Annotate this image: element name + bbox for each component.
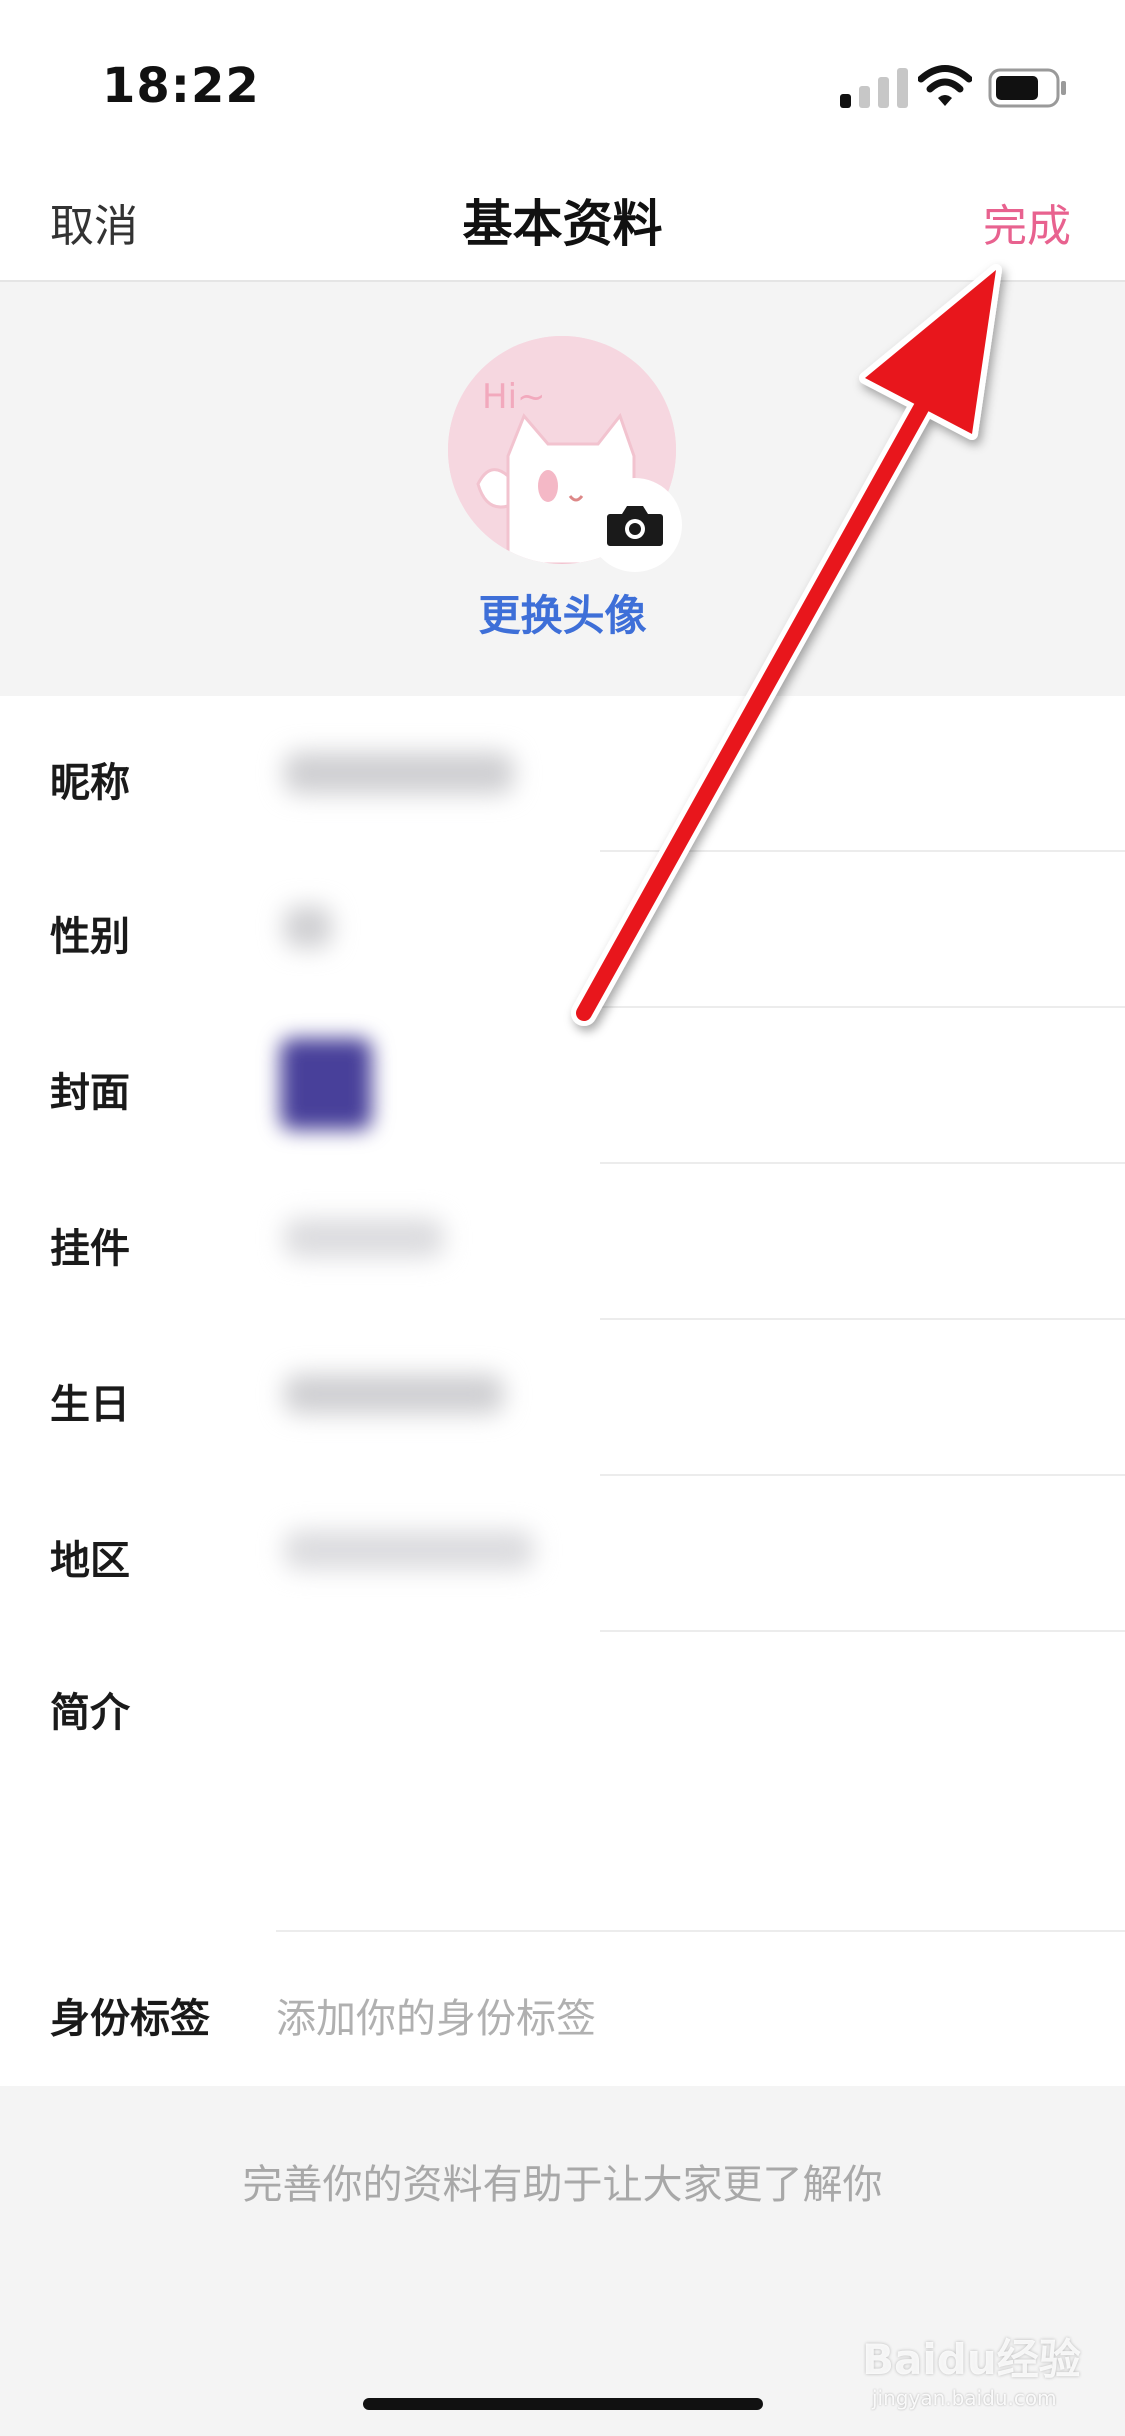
identity-tag-label: 身份标签 [50, 1996, 210, 2042]
gender-value-blurred[interactable] [284, 906, 332, 948]
wifi-icon [918, 65, 972, 106]
footer-hint: 完善你的资料有助于让大家更了解你 [242, 2162, 883, 2208]
camera-badge[interactable] [588, 478, 682, 572]
avatar-section: Hi~ 更换头像 [0, 282, 1125, 696]
nickname-value-blurred[interactable] [284, 752, 514, 794]
page-title: 基本资料 [462, 195, 663, 253]
identity-tag-input[interactable]: 添加你的身份标签 [276, 1986, 596, 2044]
divider [600, 1006, 1125, 1008]
pendant-label: 挂件 [50, 1226, 130, 1272]
done-button[interactable]: 完成 [983, 190, 1071, 254]
change-avatar-link[interactable]: 更换头像 [0, 582, 1125, 643]
cover-label: 封面 [50, 1070, 130, 1116]
region-label: 地区 [50, 1538, 130, 1584]
status-time: 18:22 [102, 58, 260, 114]
home-indicator[interactable] [363, 2398, 763, 2410]
birthday-label: 生日 [50, 1382, 130, 1428]
status-bar: 18:22 [0, 0, 1125, 150]
cover-thumbnail-blurred[interactable] [280, 1038, 372, 1130]
divider [600, 850, 1125, 852]
divider [600, 1630, 1125, 1632]
avatar-hi-text: Hi~ [482, 377, 546, 417]
cellular-signal-icon [840, 68, 908, 108]
bio-input[interactable] [276, 1676, 1076, 1896]
divider [600, 1318, 1125, 1320]
bio-label: 简介 [50, 1690, 130, 1736]
pendant-value-blurred[interactable] [284, 1218, 444, 1258]
region-value-blurred[interactable] [284, 1530, 534, 1570]
footer: 完善你的资料有助于让大家更了解你 Baidu经验 jingyan.baidu.c… [0, 2086, 1125, 2436]
nickname-label: 昵称 [50, 760, 130, 806]
nav-bar: 取消 基本资料 完成 [0, 150, 1125, 282]
divider [600, 1474, 1125, 1476]
battery-icon [988, 68, 1066, 108]
divider [276, 1930, 1125, 1932]
baidu-watermark: Baidu经验 [862, 2335, 1081, 2384]
birthday-value-blurred[interactable] [284, 1374, 504, 1414]
gender-label: 性别 [50, 914, 130, 960]
divider [600, 1162, 1125, 1164]
camera-icon [607, 506, 663, 546]
baidu-watermark-url: jingyan.baidu.com [872, 2386, 1057, 2410]
profile-form: 昵称 性别 封面 挂件 生日 地区 简介 身份标签 添加你的身份标签 [0, 696, 1125, 2086]
